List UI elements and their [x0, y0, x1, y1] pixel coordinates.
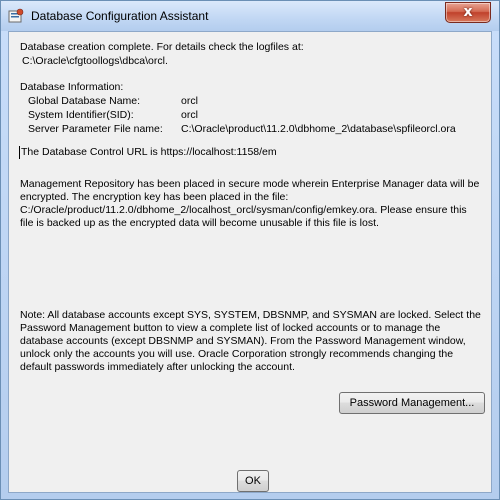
dialog-window: Database Configuration Assistant x Datab…: [0, 0, 500, 500]
close-icon: x: [463, 4, 473, 20]
password-management-button[interactable]: Password Management...: [339, 392, 485, 414]
global-db-name-label: Global Database Name:: [28, 95, 141, 107]
logfile-path-text: C:\Oracle\cfgtoollogs\dbca\orcl.: [22, 55, 168, 67]
text-cursor: [19, 146, 20, 159]
close-button[interactable]: x: [445, 2, 491, 23]
note-paragraph: Note: All database accounts except SYS, …: [20, 309, 481, 373]
title-bar[interactable]: Database Configuration Assistant x: [1, 1, 499, 31]
db-control-url-text: The Database Control URL is https://loca…: [21, 146, 277, 158]
db-info-heading: Database Information:: [20, 81, 124, 93]
message-text-area: Database creation complete. For details …: [9, 32, 491, 492]
spfile-label: Server Parameter File name:: [28, 123, 163, 135]
creation-complete-text: Database creation complete. For details …: [20, 41, 304, 53]
database-config-app-icon: [8, 8, 24, 23]
spfile-value: C:\Oracle\product\11.2.0\dbhome_2\databa…: [181, 123, 456, 135]
global-db-name-value: orcl: [181, 95, 198, 107]
sid-value: orcl: [181, 109, 198, 121]
repository-paragraph: Management Repository has been placed in…: [20, 178, 480, 229]
sid-label: System Identifier(SID):: [28, 109, 134, 121]
ok-button[interactable]: OK: [237, 470, 269, 492]
window-title: Database Configuration Assistant: [31, 9, 209, 23]
dialog-client-area: Database creation complete. For details …: [8, 31, 492, 493]
